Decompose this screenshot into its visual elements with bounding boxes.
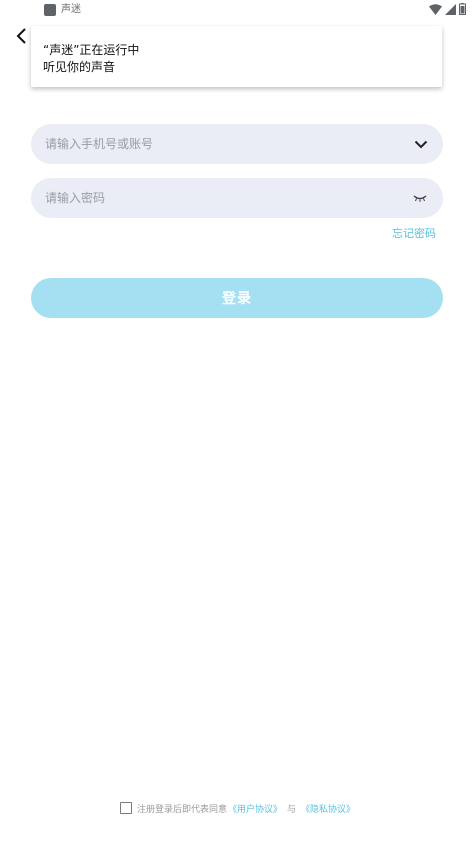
login-screen: 声迷 “声迷”正在运行中 听见你的声音 请输入手机号或账号 忘记密码 登录 注册…	[0, 0, 474, 842]
login-button[interactable]: 登录	[31, 278, 443, 318]
eye-closed-icon	[413, 195, 427, 202]
forgot-password-link[interactable]: 忘记密码	[392, 226, 436, 242]
battery-icon	[459, 3, 466, 15]
notification-body: 听见你的声音	[43, 60, 116, 74]
password-input[interactable]	[45, 178, 395, 218]
privacy-agreement-link[interactable]: 《隐私协议》	[301, 802, 355, 815]
agreement-checkbox[interactable]	[120, 802, 132, 814]
status-icons	[429, 3, 466, 15]
account-field	[31, 124, 443, 164]
toggle-password-visibility-button[interactable]	[411, 190, 429, 206]
back-arrow-icon	[16, 28, 26, 44]
notification-title: “声迷”正在运行中	[43, 43, 140, 57]
chevron-down-icon	[414, 140, 428, 148]
status-bar: 声迷	[0, 0, 474, 20]
agreement-row: 注册登录后即代表同意 《用户协议》 与 《隐私协议》	[120, 800, 356, 816]
status-app-name: 声迷	[61, 4, 81, 15]
user-agreement-link[interactable]: 《用户协议》	[228, 802, 282, 815]
wifi-icon	[429, 3, 442, 15]
app-notification-icon	[44, 4, 56, 16]
agreement-and: 与	[287, 804, 297, 815]
running-notification[interactable]: “声迷”正在运行中 听见你的声音	[31, 26, 442, 87]
password-field	[31, 178, 443, 218]
signal-icon	[445, 3, 456, 15]
account-dropdown-button[interactable]	[411, 134, 431, 154]
account-input[interactable]	[45, 124, 395, 164]
agreement-prefix: 注册登录后即代表同意	[137, 804, 228, 815]
